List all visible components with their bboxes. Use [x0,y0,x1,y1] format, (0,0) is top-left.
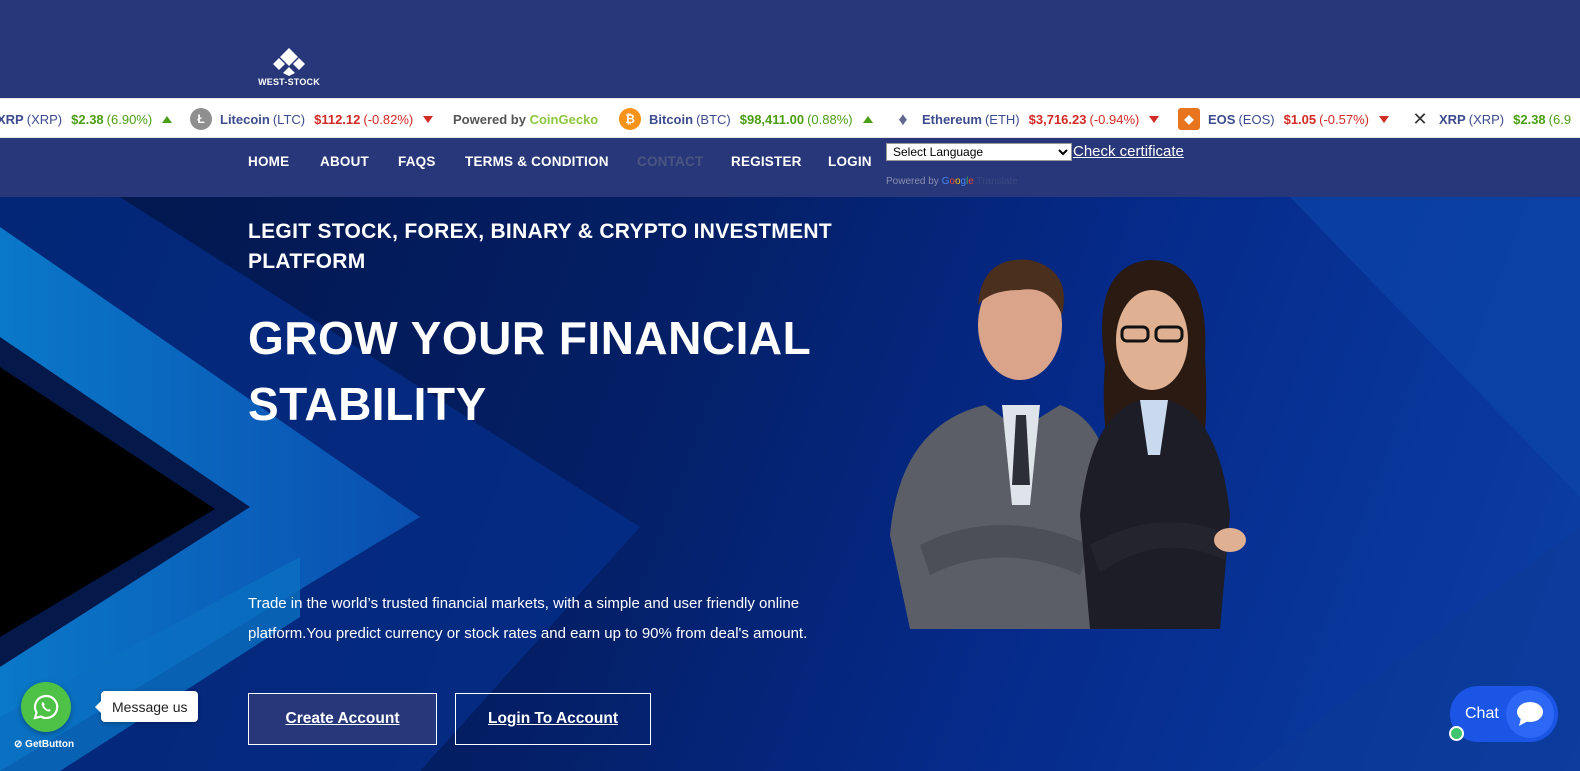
nav-contact[interactable]: CONTACT [637,154,703,169]
coin-price: $112.12 [314,111,361,127]
site-logo[interactable]: WEST-STOCK [256,48,322,90]
xrp-icon: ✕ [1412,108,1428,129]
hero-description: Trade in the world’s trusted financial m… [248,595,808,642]
nav-terms[interactable]: TERMS & CONDITION [465,154,609,169]
google-translate-attribution: Powered by Google Translate [886,176,1018,187]
nav-login[interactable]: LOGIN [828,154,872,169]
coin-name: EOS [1208,111,1236,127]
nav-home[interactable]: HOME [248,154,289,169]
coin-symbol: (LTC) [272,111,306,127]
whatsapp-icon [33,694,59,720]
coin-change: (-0.94%) [1089,111,1140,127]
arrow-up-icon [862,115,873,123]
ticker-item[interactable]: ₿ Bitcoin (BTC) $98,411.00 (0.88%) [619,99,873,137]
translate-powered-by: Powered by [886,176,939,187]
logo-mark-icon [273,48,305,76]
hero-headline: GROW YOUR FINANCIAL STABILITY [248,312,811,430]
main-nav: HOME ABOUT FAQS TERMS & CONDITION CONTAC… [0,139,1580,197]
chat-bubble-icon [1506,690,1554,738]
arrow-down-icon [423,115,434,123]
hero-section: LEGIT STOCK, FOREX, BINARY & CRYPTO INVE… [0,197,1580,771]
ticker-item[interactable]: ♦ Ethereum (ETH) $3,716.23 (-0.94%) [892,99,1160,137]
ticker-item[interactable]: Ł Litecoin (LTC) $112.12 (-0.82%) [190,99,434,137]
coin-price: $2.38 [71,111,104,127]
translate-link[interactable]: Translate [976,176,1017,187]
language-select[interactable]: Select Language [886,143,1072,161]
google-logo[interactable]: Google [942,176,974,187]
top-header: WEST-STOCK [0,0,1580,98]
coingecko-attribution[interactable]: Powered by CoinGecko [453,99,599,137]
arrow-down-icon [1149,115,1160,123]
logo-text: WEST-STOCK [258,77,320,87]
coin-symbol: (XRP) [1468,111,1505,127]
check-certificate-link[interactable]: Check certificate [1073,143,1184,160]
eos-icon: ◆ [1178,108,1200,130]
coingecko-link[interactable]: CoinGecko [530,112,599,127]
coin-name: XRP [1439,111,1466,127]
ticker-item[interactable]: ◆ EOS (EOS) $1.05 (-0.57%) [1178,99,1389,137]
litecoin-icon: Ł [190,108,212,130]
coin-price: $2.38 [1513,111,1546,127]
coin-symbol: (ETH) [984,111,1020,127]
nav-about[interactable]: ABOUT [320,154,369,169]
coin-change: (-0.82%) [363,111,414,127]
getbutton-branding[interactable]: ⊘ GetButton [14,739,74,750]
arrow-up-icon [162,115,173,123]
hero-background-graphic [0,197,1580,771]
crypto-ticker: XRP (XRP) $2.38 (6.90%) Ł Litecoin (LTC)… [0,98,1580,138]
coin-symbol: (EOS) [1238,111,1275,127]
coin-change: (6.90%) [106,111,153,127]
coin-name: Litecoin [220,111,270,127]
create-account-button[interactable]: Create Account [248,693,437,745]
chat-label: Chat [1465,705,1499,722]
online-status-indicator [1449,726,1464,741]
business-people-image [890,259,1246,629]
coin-price: $98,411.00 [739,111,805,127]
whatsapp-button[interactable] [21,682,71,732]
coin-name: XRP [0,111,24,127]
bitcoin-icon: ₿ [619,108,641,130]
coin-symbol: (BTC) [696,111,731,127]
coin-change: (0.88%) [807,111,853,127]
arrow-down-icon [1379,115,1389,123]
coin-price: $3,716.23 [1028,111,1087,127]
coin-name: Bitcoin [649,111,694,127]
coin-change: (6.9 [1548,111,1572,127]
whatsapp-message-tooltip[interactable]: Message us [94,691,199,722]
login-account-button[interactable]: Login To Account [455,693,651,745]
nav-faqs[interactable]: FAQS [398,154,436,169]
ethereum-icon: ♦ [898,108,908,129]
live-chat-button[interactable]: Chat [1450,686,1558,742]
coin-change: (-0.57%) [1319,111,1369,127]
coin-price: $1.05 [1283,111,1317,127]
powered-by-label: Powered by [453,111,526,127]
ticker-item[interactable]: ✕ XRP (XRP) $2.38 (6.9 [1409,99,1580,137]
hero-tagline: LEGIT STOCK, FOREX, BINARY & CRYPTO INVE… [248,220,832,273]
getbutton-icon: ⊘ [14,739,23,750]
nav-register[interactable]: REGISTER [731,154,802,169]
ticker-item[interactable]: XRP (XRP) $2.38 (6.90%) [0,99,173,137]
getbutton-label: GetButton [25,739,75,750]
coin-name: Ethereum [922,111,982,127]
coin-symbol: (XRP) [26,111,63,127]
